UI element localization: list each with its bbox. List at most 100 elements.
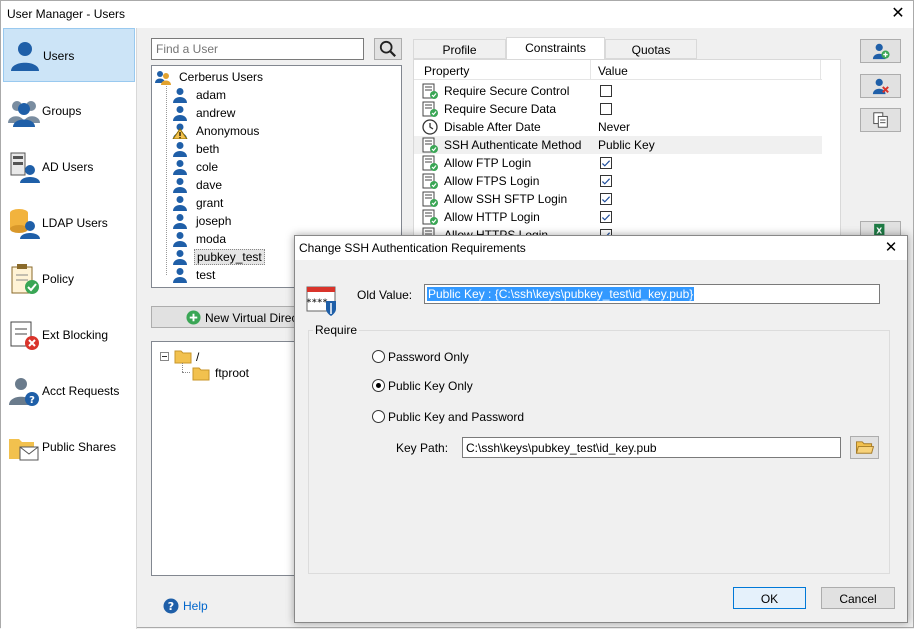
radio-password-only[interactable] bbox=[372, 350, 385, 363]
radio-label: Password Only bbox=[388, 350, 469, 364]
sidebar-item-users[interactable]: Users bbox=[3, 28, 135, 82]
new-virtual-directory-button[interactable]: New Virtual Directo bbox=[151, 306, 311, 328]
sidebar-item-ext-blocking[interactable]: Ext Blocking bbox=[3, 308, 135, 362]
radio-label: Public Key Only bbox=[388, 379, 473, 393]
sidebar-item-public-shares[interactable]: Public Shares bbox=[3, 420, 135, 474]
radio-public-key-only[interactable] bbox=[372, 379, 385, 392]
property-checkbox[interactable] bbox=[600, 175, 612, 187]
add-user-button[interactable] bbox=[860, 39, 901, 63]
constraint-icon bbox=[422, 83, 438, 99]
key-path-label: Key Path: bbox=[396, 441, 449, 455]
column-header-value: Value bbox=[598, 64, 628, 78]
cancel-button-label: Cancel bbox=[839, 592, 877, 606]
key-path-input[interactable]: C:\ssh\keys\pubkey_test\id_key.pub bbox=[462, 437, 841, 458]
constraint-icon bbox=[422, 209, 438, 225]
svg-text:?: ? bbox=[29, 395, 35, 406]
constraint-icon bbox=[422, 101, 438, 117]
svg-text:****: **** bbox=[306, 298, 328, 308]
browse-button[interactable] bbox=[850, 436, 879, 459]
sidebar-item-ad-users[interactable]: AD Users bbox=[3, 140, 135, 194]
password-key-icon: **** bbox=[306, 286, 336, 316]
tree-user-label: joseph bbox=[196, 214, 232, 228]
property-checkbox[interactable] bbox=[600, 211, 612, 223]
property-row[interactable]: SSH Authenticate Method Public Key bbox=[414, 136, 822, 154]
property-grid: Property Value Require Secure Control Req… bbox=[413, 59, 841, 243]
require-group-label: Require bbox=[313, 323, 360, 337]
user-icon bbox=[173, 142, 187, 157]
radio-public-key-and-password[interactable] bbox=[372, 410, 385, 423]
close-icon[interactable]: ✕ bbox=[887, 4, 909, 24]
property-row[interactable]: Allow FTPS Login bbox=[414, 172, 822, 190]
warning-user-icon bbox=[172, 123, 188, 139]
property-row[interactable]: Disable After Date Never bbox=[414, 118, 822, 136]
property-value: Never bbox=[598, 120, 631, 134]
sidebar-item-acct-requests[interactable]: ? Acct Requests bbox=[3, 364, 135, 418]
tree-user-label: dave bbox=[196, 178, 223, 192]
users-icon bbox=[11, 42, 39, 71]
property-row[interactable]: Allow HTTP Login bbox=[414, 208, 822, 226]
svg-text:X: X bbox=[876, 226, 882, 235]
dir-child-label[interactable]: ftproot bbox=[215, 366, 249, 380]
property-row[interactable]: Require Secure Data bbox=[414, 100, 822, 118]
search-input[interactable] bbox=[151, 38, 364, 60]
old-value-label: Old Value: bbox=[357, 288, 413, 302]
sidebar-item-policy[interactable]: Policy bbox=[3, 252, 135, 306]
copy-user-button[interactable] bbox=[860, 108, 901, 132]
tree-user-label: cole bbox=[196, 160, 219, 174]
folder-icon bbox=[192, 367, 210, 381]
tree-user-label: adam bbox=[196, 88, 227, 102]
tree-user-label: beth bbox=[196, 142, 220, 156]
acct-requests-icon: ? bbox=[9, 378, 39, 406]
collapse-toggle[interactable] bbox=[160, 352, 169, 361]
dir-root-label[interactable]: / bbox=[196, 350, 199, 364]
property-checkbox[interactable] bbox=[600, 193, 612, 205]
tab-label: Constraints bbox=[525, 41, 586, 55]
sidebar-item-label: Public Shares bbox=[42, 440, 117, 454]
help-icon: ? bbox=[163, 598, 179, 614]
property-checkbox[interactable] bbox=[600, 157, 612, 169]
sidebar-item-label: Ext Blocking bbox=[42, 328, 109, 342]
delete-user-button[interactable] bbox=[860, 74, 901, 98]
sidebar-item-label: Acct Requests bbox=[42, 384, 120, 398]
ext-blocking-icon bbox=[10, 321, 39, 350]
property-row[interactable]: Allow FTP Login bbox=[414, 154, 822, 172]
property-name: Allow HTTP Login bbox=[444, 210, 540, 224]
tab-profile[interactable]: Profile bbox=[413, 39, 506, 59]
old-value-field[interactable]: Public Key : {C:\ssh\keys\pubkey_test\id… bbox=[424, 284, 880, 304]
export-button[interactable]: X bbox=[860, 221, 901, 235]
policy-icon bbox=[11, 264, 39, 294]
property-row[interactable]: Require Secure Control bbox=[414, 82, 822, 100]
grid-header: Property Value bbox=[414, 60, 822, 80]
tab-quotas[interactable]: Quotas bbox=[605, 39, 697, 59]
tab-constraints[interactable]: Constraints bbox=[506, 37, 605, 60]
close-icon[interactable]: ✕ bbox=[881, 238, 901, 258]
user-icon bbox=[173, 214, 187, 229]
search-button[interactable] bbox=[374, 38, 402, 60]
tab-label: Quotas bbox=[631, 43, 671, 57]
tree-user-label: pubkey_test bbox=[194, 249, 265, 265]
sidebar-item-ldap-users[interactable]: LDAP Users bbox=[3, 196, 135, 250]
ad-users-icon bbox=[10, 152, 40, 183]
sidebar-item-groups[interactable]: Groups bbox=[3, 84, 135, 138]
dialog-title-bar: Change SSH Authentication Requirements ✕ bbox=[295, 236, 907, 260]
title-bar: User Manager - Users ✕ bbox=[1, 1, 913, 28]
constraint-icon bbox=[422, 137, 438, 153]
tree-user-label: grant bbox=[196, 196, 224, 210]
property-name: Disable After Date bbox=[444, 120, 541, 134]
property-name: Allow SSH SFTP Login bbox=[444, 192, 568, 206]
ssh-auth-dialog: Change SSH Authentication Requirements ✕… bbox=[294, 235, 908, 623]
property-checkbox[interactable] bbox=[600, 103, 612, 115]
property-row[interactable]: Allow SSH SFTP Login bbox=[414, 190, 822, 208]
ldap-users-icon bbox=[10, 209, 40, 239]
constraint-icon bbox=[422, 155, 438, 171]
ok-button[interactable]: OK bbox=[733, 587, 806, 609]
add-icon bbox=[186, 310, 201, 325]
search-icon bbox=[379, 40, 396, 57]
user-icon bbox=[173, 106, 187, 121]
user-icon bbox=[173, 268, 187, 283]
cancel-button[interactable]: Cancel bbox=[821, 587, 895, 609]
copy-icon bbox=[873, 112, 888, 128]
property-name: Require Secure Control bbox=[444, 84, 570, 98]
sidebar-item-label: Users bbox=[43, 49, 75, 63]
property-checkbox[interactable] bbox=[600, 85, 612, 97]
